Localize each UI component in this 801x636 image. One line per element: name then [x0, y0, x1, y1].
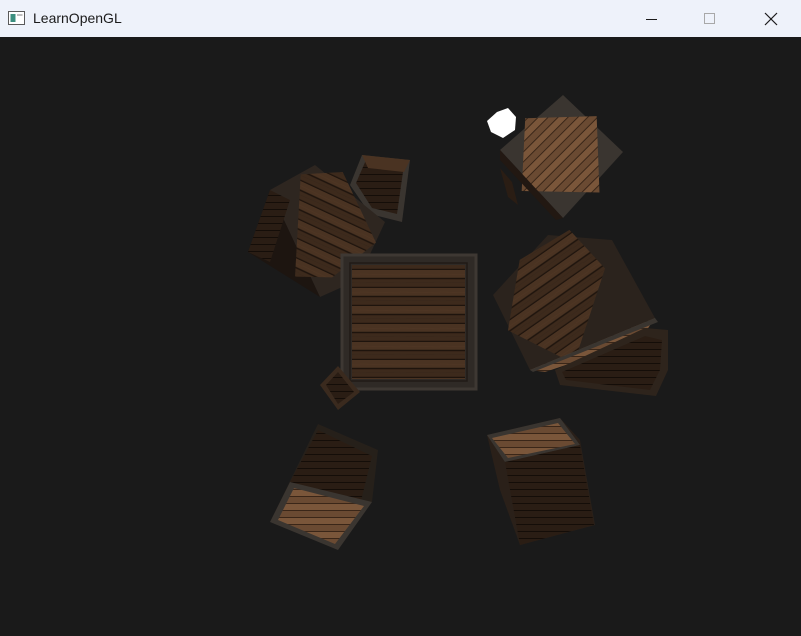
light-cube — [487, 108, 516, 138]
maximize-icon — [704, 12, 715, 24]
crate-bottom-left — [270, 424, 378, 550]
window-title: LearnOpenGL — [33, 10, 122, 26]
close-icon — [764, 12, 777, 25]
scene-canvas — [248, 95, 668, 550]
app-window: LearnOpenGL — [0, 0, 801, 636]
crate-center — [340, 253, 478, 391]
app-window-icon — [8, 11, 25, 25]
crate-bottom-right — [487, 418, 595, 545]
crate-top-right — [500, 95, 623, 220]
title-bar[interactable]: LearnOpenGL — [0, 0, 801, 37]
minimize-icon — [646, 18, 657, 20]
minimize-button[interactable] — [623, 0, 681, 37]
close-button[interactable] — [740, 0, 801, 37]
render-viewport[interactable] — [0, 37, 801, 636]
maximize-button[interactable] — [681, 0, 739, 37]
